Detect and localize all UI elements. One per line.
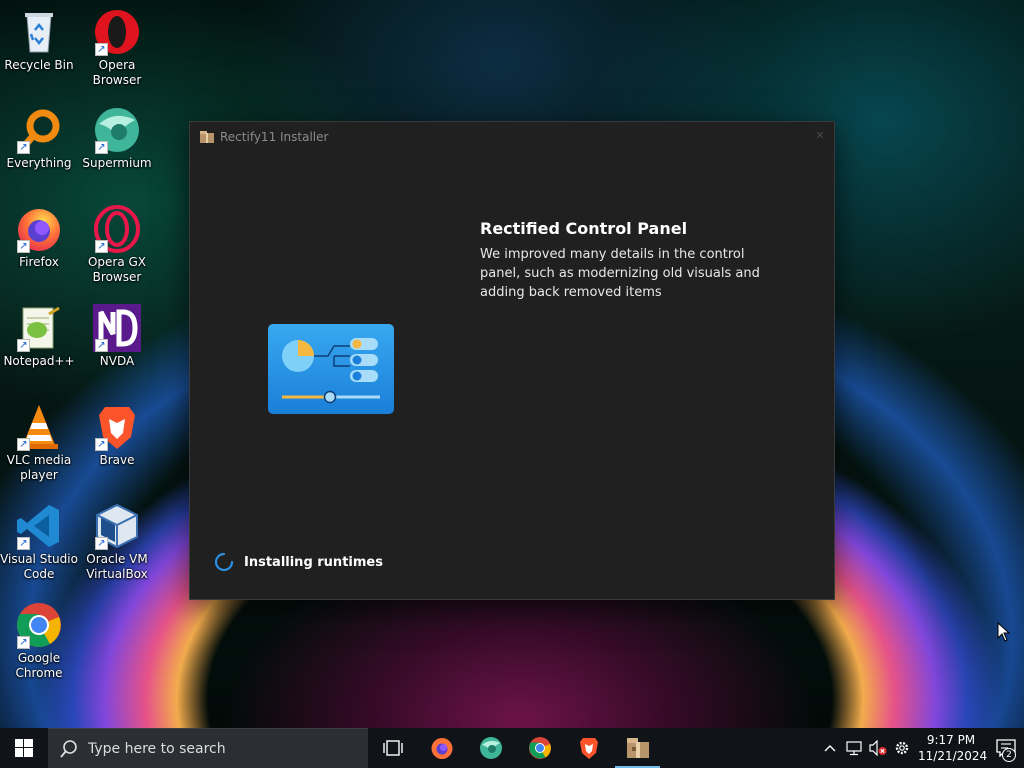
desktop-icon-brave[interactable]: ↗ Brave	[78, 403, 156, 468]
desktop-icon-vscode[interactable]: ↗ Visual Studio Code	[0, 502, 78, 582]
vscode-icon: ↗	[15, 502, 63, 550]
desktop-icon-label: Recycle Bin	[4, 58, 74, 72]
desktop-icon-opera[interactable]: ↗ Opera Browser	[78, 8, 156, 88]
desktop-icon-label: Opera GX Browser	[87, 255, 147, 284]
shortcut-arrow-icon: ↗	[95, 43, 108, 56]
shortcut-arrow-icon: ↗	[95, 240, 108, 253]
windows-logo-icon	[15, 739, 33, 757]
start-button[interactable]	[0, 728, 48, 768]
network-button[interactable]	[842, 728, 866, 768]
desktop-icon-label: VLC media player	[6, 453, 72, 482]
notification-count-badge: 2	[1002, 748, 1016, 762]
opera-gx-icon: ↗	[93, 205, 141, 253]
close-button[interactable]: ✕	[814, 130, 826, 142]
search-placeholder: Type here to search	[88, 740, 226, 757]
taskbar: Type here to search 9:17 PM 11/21/2024 2	[0, 728, 1024, 768]
loading-spinner-icon	[214, 552, 234, 572]
clock-time: 9:17 PM	[926, 733, 976, 747]
desktop-icon-label: Firefox	[19, 255, 59, 269]
install-status: Installing runtimes	[214, 552, 383, 572]
taskbar-search-box[interactable]: Type here to search	[48, 728, 368, 768]
volume-button[interactable]	[866, 728, 890, 768]
desktop-icon-label: Google Chrome	[15, 651, 63, 680]
desktop-icon-label: Supermium	[82, 156, 152, 170]
supermium-icon: ↗	[93, 106, 141, 154]
chevron-up-icon	[824, 745, 836, 752]
everything-icon: ↗	[15, 106, 63, 154]
installer-window[interactable]: Rectify11 Installer ✕ Rectified Control …	[189, 121, 835, 600]
search-icon	[60, 739, 77, 758]
firefox-icon: ↗	[15, 205, 63, 253]
supermium-icon	[479, 737, 502, 759]
feature-description: We improved many details in the control …	[480, 247, 760, 300]
shortcut-arrow-icon: ↗	[95, 141, 108, 154]
feature-title: Rectified Control Panel	[480, 219, 688, 238]
mouse-cursor-icon	[997, 622, 1011, 642]
desktop-icon-label: Oracle VM VirtualBox	[86, 552, 148, 581]
brave-icon: ↗	[93, 403, 141, 451]
network-icon	[846, 741, 862, 756]
desktop-icon-opera-gx[interactable]: ↗ Opera GX Browser	[78, 205, 156, 285]
installer-icon	[626, 738, 649, 758]
taskbar-brave[interactable]	[564, 728, 613, 768]
nvda-icon: ↗	[93, 304, 141, 352]
shortcut-arrow-icon: ↗	[17, 339, 30, 352]
shortcut-arrow-icon: ↗	[17, 636, 30, 649]
desktop-icon-label: Visual Studio Code	[0, 552, 78, 581]
system-tray: 9:17 PM 11/21/2024 2	[818, 728, 1024, 768]
brave-icon	[579, 738, 598, 759]
desktop-icon-chrome[interactable]: ↗ Google Chrome	[0, 601, 78, 681]
vlc-icon: ↗	[15, 403, 63, 451]
virtualbox-icon: ↗	[93, 502, 141, 550]
desktop-icon-label: Notepad++	[3, 354, 75, 368]
notification-center-button[interactable]: 2	[988, 728, 1024, 768]
desktop-icon-label: Opera Browser	[92, 58, 142, 87]
desktop-icon-label: Brave	[99, 453, 135, 467]
firefox-icon	[431, 738, 452, 759]
desktop-icon-everything[interactable]: ↗ Everything	[0, 106, 78, 171]
control-panel-icon	[268, 324, 394, 414]
shortcut-arrow-icon: ↗	[17, 537, 30, 550]
taskbar-firefox[interactable]	[417, 728, 466, 768]
settings-button[interactable]	[890, 728, 914, 768]
desktop-icon-firefox[interactable]: ↗ Firefox	[0, 205, 78, 270]
desktop-icon-recycle-bin[interactable]: Recycle Bin	[0, 8, 78, 73]
chrome-icon: ↗	[15, 601, 63, 649]
chrome-icon	[528, 737, 551, 759]
shortcut-arrow-icon: ↗	[95, 537, 108, 550]
desktop-icon-nvda[interactable]: ↗ NVDA	[78, 304, 156, 369]
taskbar-task-view[interactable]	[368, 728, 417, 768]
desktop-icon-vlc[interactable]: ↗ VLC media player	[0, 403, 78, 483]
opera-icon: ↗	[93, 8, 141, 56]
shortcut-arrow-icon: ↗	[17, 438, 30, 451]
gear-icon	[895, 741, 909, 755]
recycle-bin-icon	[15, 8, 63, 56]
shortcut-arrow-icon: ↗	[95, 339, 108, 352]
install-status-text: Installing runtimes	[244, 554, 383, 570]
desktop-icon-label: Everything	[6, 156, 72, 170]
clock-date: 11/21/2024	[918, 749, 988, 763]
window-title: Rectify11 Installer	[220, 130, 329, 144]
shortcut-arrow-icon: ↗	[17, 240, 30, 253]
desktop-icon-label: NVDA	[99, 354, 135, 368]
window-titlebar[interactable]: Rectify11 Installer	[190, 122, 834, 152]
desktop-wallpaper: Recycle Bin ↗ Everything ↗ Firefox ↗ Not…	[0, 0, 1024, 728]
show-hidden-icons-button[interactable]	[818, 728, 842, 768]
taskbar-chrome[interactable]	[515, 728, 564, 768]
taskbar-supermium[interactable]	[466, 728, 515, 768]
task-view-icon	[382, 740, 403, 756]
shortcut-arrow-icon: ↗	[17, 141, 30, 154]
desktop-icon-notepad-plus-plus[interactable]: ↗ Notepad++	[0, 304, 78, 369]
desktop-icon-virtualbox[interactable]: ↗ Oracle VM VirtualBox	[78, 502, 156, 582]
clock[interactable]: 9:17 PM 11/21/2024	[918, 732, 988, 764]
taskbar-rectify11-installer[interactable]	[613, 728, 662, 768]
desktop-icon-supermium[interactable]: ↗ Supermium	[78, 106, 156, 171]
volume-muted-icon	[869, 740, 887, 756]
installer-icon	[200, 131, 214, 143]
shortcut-arrow-icon: ↗	[95, 438, 108, 451]
notepad-plus-plus-icon: ↗	[15, 304, 63, 352]
